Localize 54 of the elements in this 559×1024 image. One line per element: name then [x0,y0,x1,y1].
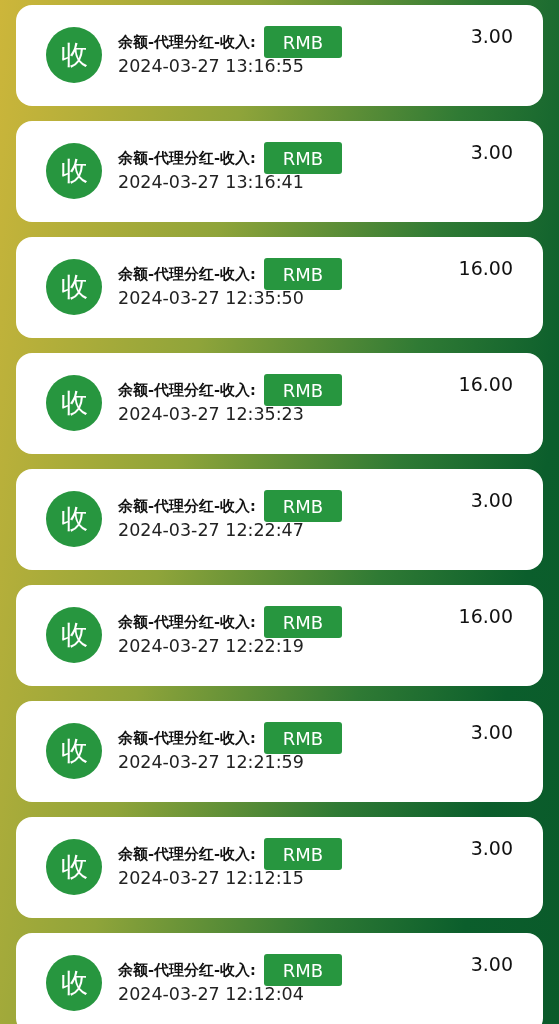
record-card[interactable]: 收 余额-代理分红-收入: RMB 2024-03-27 12:12:15 3.00 [16,817,543,918]
record-time: 2024-03-27 12:35:50 [118,288,305,308]
record-time: 2024-03-27 13:16:55 [118,56,305,76]
record-time: 2024-03-27 13:16:41 [118,172,305,192]
record-time: 2024-03-27 12:21:59 [118,752,305,772]
income-avatar: 收 [46,607,102,663]
record-amount: 3.00 [470,721,513,743]
income-avatar: 收 [46,491,102,547]
record-amount: 16.00 [458,373,513,395]
record-card[interactable]: 收 余额-代理分红-收入: RMB 2024-03-27 12:35:50 16.00 [16,237,543,338]
record-card[interactable]: 收 余额-代理分红-收入: RMB 2024-03-27 12:22:47 3.00 [16,469,543,570]
record-title: 余额-代理分红-收入: [118,844,256,864]
record-title: 余额-代理分红-收入: [118,496,256,516]
record-card[interactable]: 收 余额-代理分红-收入: RMB 2024-03-27 12:21:59 3.00 [16,701,543,802]
currency-badge: RMB [263,954,342,986]
record-amount: 3.00 [470,837,513,859]
record-amount: 16.00 [458,605,513,627]
record-card[interactable]: 收 余额-代理分红-收入: RMB 2024-03-27 12:35:23 16.00 [16,353,543,454]
record-time: 2024-03-27 12:22:19 [118,636,305,656]
currency-badge: RMB [263,26,342,58]
income-avatar: 收 [46,839,102,895]
income-avatar: 收 [46,27,102,83]
record-card[interactable]: 收 余额-代理分红-收入: RMB 2024-03-27 13:16:55 3.00 [16,5,543,106]
income-avatar: 收 [46,259,102,315]
record-time: 2024-03-27 12:12:15 [118,868,305,888]
currency-badge: RMB [263,606,342,638]
record-title: 余额-代理分红-收入: [118,32,256,52]
record-title: 余额-代理分红-收入: [118,728,256,748]
record-title: 余额-代理分红-收入: [118,612,256,632]
record-amount: 3.00 [470,489,513,511]
currency-badge: RMB [263,142,342,174]
record-time: 2024-03-27 12:22:47 [118,520,305,540]
income-avatar: 收 [46,723,102,779]
record-title: 余额-代理分红-收入: [118,264,256,284]
record-title: 余额-代理分红-收入: [118,148,256,168]
income-avatar: 收 [46,375,102,431]
record-amount: 3.00 [470,953,513,975]
record-title: 余额-代理分红-收入: [118,380,256,400]
currency-badge: RMB [263,722,342,754]
record-card[interactable]: 收 余额-代理分红-收入: RMB 2024-03-27 12:22:19 16.00 [16,585,543,686]
record-time: 2024-03-27 12:35:23 [118,404,305,424]
currency-badge: RMB [263,258,342,290]
income-avatar: 收 [46,143,102,199]
record-amount: 3.00 [470,141,513,163]
record-card[interactable]: 收 余额-代理分红-收入: RMB 2024-03-27 12:12:04 3.00 [16,933,543,1024]
record-amount: 16.00 [458,257,513,279]
record-amount: 3.00 [470,25,513,47]
income-avatar: 收 [46,955,102,1011]
currency-badge: RMB [263,838,342,870]
currency-badge: RMB [263,374,342,406]
record-title: 余额-代理分红-收入: [118,960,256,980]
record-time: 2024-03-27 12:12:04 [118,984,305,1004]
record-card[interactable]: 收 余额-代理分红-收入: RMB 2024-03-27 13:16:41 3.00 [16,121,543,222]
currency-badge: RMB [263,490,342,522]
